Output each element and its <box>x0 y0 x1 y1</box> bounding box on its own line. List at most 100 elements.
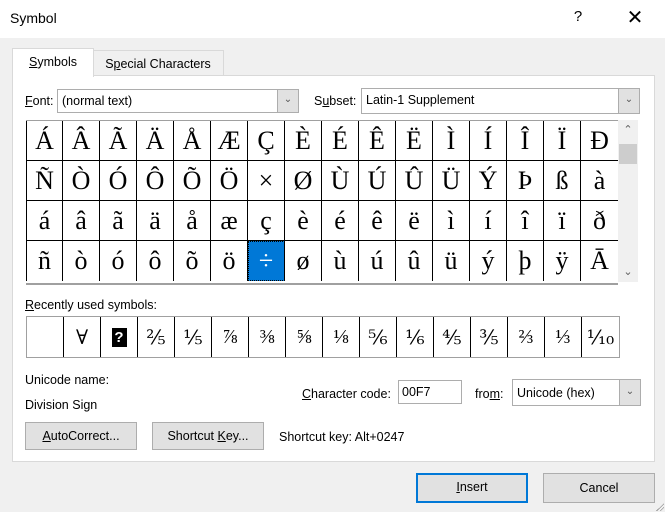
recent-symbol-cell[interactable]: ⅘ <box>434 317 471 357</box>
symbol-cell[interactable]: Õ <box>174 161 211 201</box>
symbol-cell[interactable]: Ì <box>433 121 470 161</box>
symbol-cell[interactable]: ð <box>581 201 618 241</box>
cancel-button[interactable]: Cancel <box>543 473 655 503</box>
symbol-cell[interactable]: Ö <box>211 161 248 201</box>
symbol-cell[interactable]: ñ <box>26 241 63 281</box>
tab-special-characters[interactable]: Special Characters <box>92 50 224 77</box>
symbol-cell[interactable]: ä <box>137 201 174 241</box>
symbol-cell[interactable]: ý <box>470 241 507 281</box>
symbol-cell[interactable]: î <box>507 201 544 241</box>
font-dropdown[interactable]: (normal text) ⌄ <box>57 89 299 113</box>
symbol-cell[interactable]: Ú <box>359 161 396 201</box>
symbol-cell[interactable]: è <box>285 201 322 241</box>
symbol-cell[interactable]: ø <box>285 241 322 281</box>
symbol-cell[interactable]: Î <box>507 121 544 161</box>
symbol-cell[interactable]: Ā <box>581 241 618 281</box>
chevron-down-icon[interactable]: ⌄ <box>277 90 298 112</box>
symbol-cell[interactable]: Å <box>174 121 211 161</box>
recent-symbol-cell[interactable]: ⅙ <box>397 317 434 357</box>
symbol-cell[interactable]: ÿ <box>544 241 581 281</box>
chevron-down-icon[interactable]: ⌄ <box>618 89 639 113</box>
autocorrect-button[interactable]: AutoCorrect... <box>25 422 137 450</box>
recent-symbol-cell[interactable]: ⅒ <box>582 317 619 357</box>
symbol-grid-scrollbar[interactable]: ⌃ ⌄ <box>618 120 638 282</box>
symbol-cell[interactable]: Ë <box>396 121 433 161</box>
symbol-cell[interactable]: Ï <box>544 121 581 161</box>
recent-symbol-cell[interactable]: ? <box>101 317 138 357</box>
symbol-cell[interactable]: á <box>26 201 63 241</box>
symbol-cell[interactable]: ü <box>433 241 470 281</box>
symbol-cell-selected[interactable]: ÷ <box>248 241 285 281</box>
symbol-cell[interactable]: ì <box>433 201 470 241</box>
from-dropdown[interactable]: Unicode (hex) ⌄ <box>512 379 641 406</box>
symbol-cell[interactable]: Ç <box>248 121 285 161</box>
symbol-cell[interactable]: Þ <box>507 161 544 201</box>
symbol-cell[interactable]: å <box>174 201 211 241</box>
symbol-cell[interactable]: È <box>285 121 322 161</box>
symbol-cell[interactable]: ë <box>396 201 433 241</box>
symbol-cell[interactable]: Á <box>26 121 63 161</box>
symbol-cell[interactable]: Ê <box>359 121 396 161</box>
symbol-cell[interactable]: Ô <box>137 161 174 201</box>
chevron-down-icon[interactable]: ⌄ <box>619 380 640 405</box>
character-code-input[interactable]: 00F7 <box>398 380 462 404</box>
symbol-cell[interactable]: ß <box>544 161 581 201</box>
symbol-cell[interactable]: Ä <box>137 121 174 161</box>
symbol-cell[interactable]: ã <box>100 201 137 241</box>
close-button[interactable]: ✕ <box>620 5 650 30</box>
symbol-cell[interactable]: Ý <box>470 161 507 201</box>
symbol-cell[interactable]: Û <box>396 161 433 201</box>
recent-symbol-cell[interactable]: ⅝ <box>286 317 323 357</box>
tab-symbols[interactable]: Symbols <box>12 48 94 77</box>
symbol-cell[interactable]: ç <box>248 201 285 241</box>
symbol-cell[interactable]: ò <box>63 241 100 281</box>
symbol-cell[interactable]: Ø <box>285 161 322 201</box>
symbol-cell[interactable]: Í <box>470 121 507 161</box>
symbol-cell[interactable]: Ñ <box>26 161 63 201</box>
symbol-cell[interactable]: Ü <box>433 161 470 201</box>
symbol-cell[interactable]: é <box>322 201 359 241</box>
symbol-cell[interactable]: ô <box>137 241 174 281</box>
symbol-cell[interactable]: É <box>322 121 359 161</box>
recent-symbol-cell[interactable]: ⅖ <box>138 317 175 357</box>
recent-symbol-cell[interactable]: ⅕ <box>175 317 212 357</box>
symbol-cell[interactable]: æ <box>211 201 248 241</box>
symbol-cell[interactable]: à <box>581 161 618 201</box>
recent-symbol-cell[interactable]: ⅜ <box>249 317 286 357</box>
symbol-cell[interactable]: × <box>248 161 285 201</box>
scroll-up-arrow-icon[interactable]: ⌃ <box>618 120 638 140</box>
symbol-cell[interactable]: Ù <box>322 161 359 201</box>
recent-symbol-cell[interactable]: ⅛ <box>323 317 360 357</box>
symbol-cell[interactable]: í <box>470 201 507 241</box>
symbol-cell[interactable]: Ó <box>100 161 137 201</box>
scrollbar-thumb[interactable] <box>619 144 637 164</box>
recent-symbol-cell[interactable]: ∀ <box>64 317 101 357</box>
symbol-cell[interactable]: Ð <box>581 121 618 161</box>
symbol-cell[interactable]: ó <box>100 241 137 281</box>
scroll-down-arrow-icon[interactable]: ⌄ <box>618 262 638 282</box>
resize-grip-icon[interactable] <box>654 501 664 511</box>
recent-symbol-cell[interactable]: ⅓ <box>545 317 582 357</box>
symbol-cell[interactable]: ö <box>211 241 248 281</box>
symbol-cell[interactable]: ê <box>359 201 396 241</box>
recent-symbol-cell[interactable]: ⅞ <box>212 317 249 357</box>
insert-button[interactable]: Insert <box>416 473 528 503</box>
symbol-cell[interactable]: Ò <box>63 161 100 201</box>
symbol-cell[interactable]: õ <box>174 241 211 281</box>
symbol-cell[interactable]: þ <box>507 241 544 281</box>
recent-symbol-cell[interactable]: ⅔ <box>508 317 545 357</box>
recent-symbol-cell[interactable]: ⅗ <box>471 317 508 357</box>
symbol-cell[interactable]: Â <box>63 121 100 161</box>
subset-dropdown[interactable]: Latin-1 Supplement ⌄ <box>361 88 640 114</box>
symbol-cell[interactable]: ï <box>544 201 581 241</box>
shortcut-key-button[interactable]: Shortcut Key... <box>152 422 264 450</box>
symbol-cell[interactable]: ù <box>322 241 359 281</box>
help-button[interactable]: ? <box>566 8 590 25</box>
recent-symbol-cell[interactable]: ⅚ <box>360 317 397 357</box>
symbol-cell[interactable]: â <box>63 201 100 241</box>
symbol-cell[interactable]: Ã <box>100 121 137 161</box>
recent-symbol-cell[interactable] <box>27 317 64 357</box>
symbol-cell[interactable]: û <box>396 241 433 281</box>
symbol-cell[interactable]: ú <box>359 241 396 281</box>
symbol-cell[interactable]: Æ <box>211 121 248 161</box>
